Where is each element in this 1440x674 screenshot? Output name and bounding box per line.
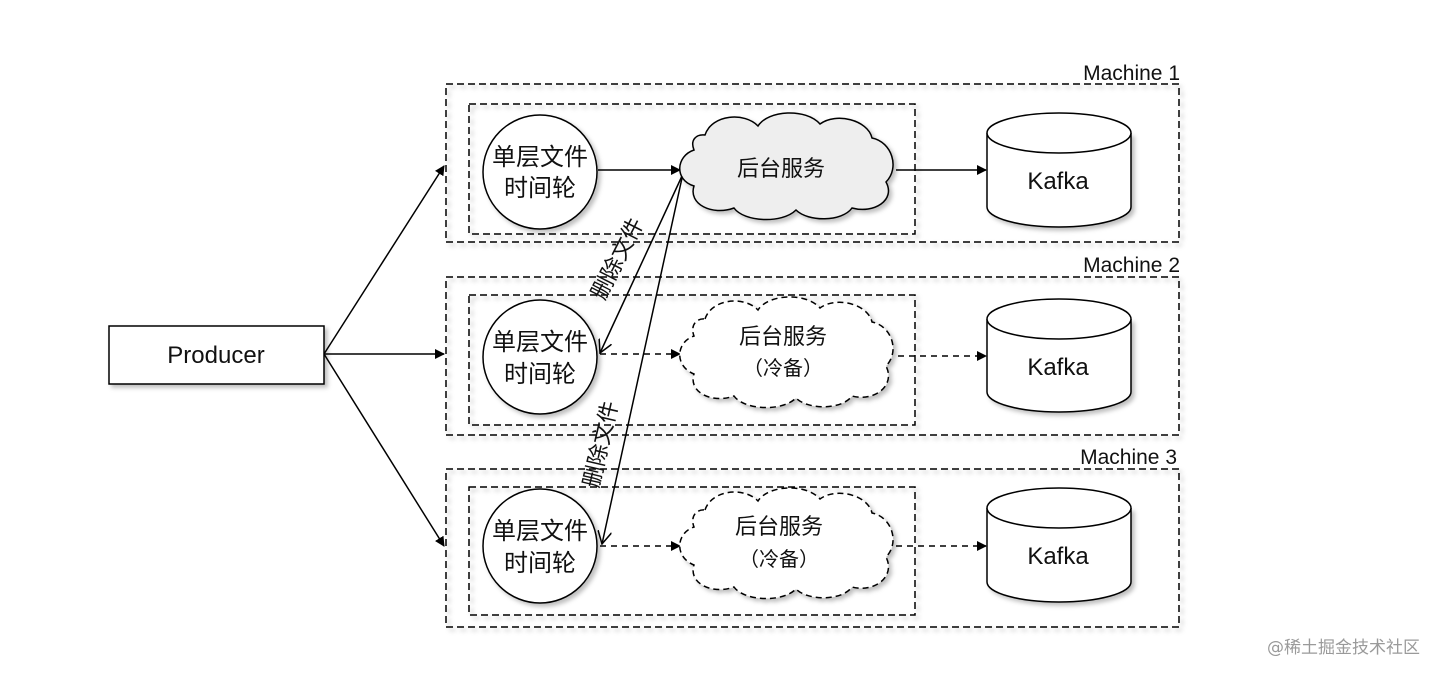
machine-3-service-sublabel: （冷备） <box>739 547 819 571</box>
arrow-producer-to-machine-1 <box>323 165 445 355</box>
machine-2-wheel-line-1: 单层文件 <box>492 328 588 356</box>
machine-1-kafka: Kafka <box>986 112 1132 228</box>
producer-label: Producer <box>167 342 264 369</box>
architecture-diagram: Producer Machine 1 单层文件 时间轮 后台服务 Kafka M… <box>108 62 1180 628</box>
watermark: @稀土掘金技术社区 <box>1267 638 1420 658</box>
machine-1: Machine 1 单层文件 时间轮 后台服务 Kafka <box>445 62 1180 243</box>
machine-3-time-wheel: 单层文件 时间轮 <box>482 488 598 604</box>
machine-1-time-wheel: 单层文件 时间轮 <box>482 114 598 230</box>
machine-1-wheel-line-2: 时间轮 <box>504 174 576 202</box>
machine-2-title: Machine 2 <box>1083 254 1180 277</box>
machine-3-title: Machine 3 <box>1080 446 1177 469</box>
producer-arrows <box>323 165 445 547</box>
machine-1-service-cloud: 后台服务 <box>679 112 894 221</box>
machine-2-service-label: 后台服务 <box>739 325 827 350</box>
machine-2: Machine 2 单层文件 时间轮 后台服务 （冷备） Kafka <box>445 254 1180 436</box>
machine-3-kafka-label: Kafka <box>1027 543 1089 570</box>
machine-1-wheel-line-1: 单层文件 <box>492 143 588 171</box>
machine-3-kafka: Kafka <box>986 487 1132 603</box>
machine-3-wheel-line-1: 单层文件 <box>492 517 588 545</box>
machine-3: Machine 3 单层文件 时间轮 后台服务 （冷备） Kafka <box>445 446 1180 628</box>
machine-1-service-label: 后台服务 <box>737 157 825 182</box>
machine-1-title: Machine 1 <box>1083 62 1180 85</box>
machine-2-time-wheel: 单层文件 时间轮 <box>482 299 598 415</box>
machine-3-wheel-line-2: 时间轮 <box>504 549 576 577</box>
machine-1-kafka-label: Kafka <box>1027 168 1089 195</box>
delete-file-label-1: 删除文件 <box>587 214 649 304</box>
producer-node: Producer <box>108 325 325 385</box>
machine-3-service-label: 后台服务 <box>735 515 823 540</box>
machine-2-kafka: Kafka <box>986 298 1132 413</box>
machine-2-service-sublabel: （冷备） <box>743 356 823 380</box>
machine-2-kafka-label: Kafka <box>1027 354 1089 381</box>
machine-3-service-cloud: 后台服务 （冷备） <box>679 487 894 600</box>
arrow-producer-to-machine-3 <box>323 353 445 547</box>
machine-2-wheel-line-2: 时间轮 <box>504 360 576 388</box>
machine-2-service-cloud: 后台服务 （冷备） <box>679 296 894 409</box>
